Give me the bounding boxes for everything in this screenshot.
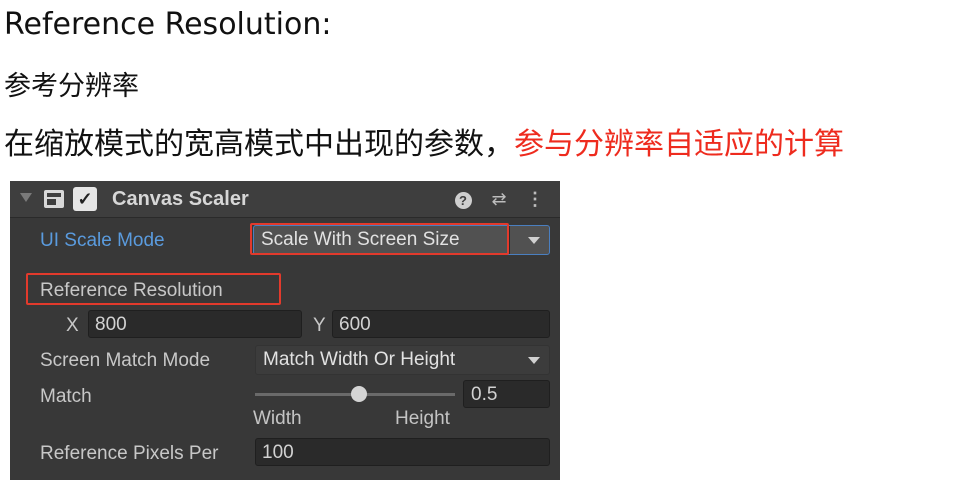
x-input[interactable]: 800: [88, 310, 302, 338]
y-label[interactable]: Y: [313, 312, 326, 340]
x-label[interactable]: X: [66, 312, 79, 340]
match-max-label: Height: [395, 408, 450, 429]
description-prefix: 在缩放模式的宽高模式中出现的参数，: [4, 127, 514, 162]
reference-pixels-per-unit-input[interactable]: 100: [255, 438, 550, 466]
component-icon: [44, 190, 64, 208]
match-label: Match: [40, 386, 92, 407]
preset-icon[interactable]: ⇄: [488, 187, 510, 211]
annotation-box-reference-resolution: [26, 273, 281, 305]
match-min-label: Width: [253, 408, 302, 429]
dropdown-divider: [509, 226, 510, 254]
help-icon[interactable]: ?: [452, 187, 474, 211]
component-title: Canvas Scaler: [112, 188, 249, 210]
annotation-box-scale-mode: [250, 223, 509, 255]
heading: Reference Resolution:: [4, 7, 332, 42]
screen-match-mode-label: Screen Match Mode: [40, 350, 211, 371]
ui-scale-mode-label: UI Scale Mode: [40, 230, 165, 251]
chevron-down-icon: [528, 237, 540, 244]
canvas-scaler-inspector: ✓ Canvas Scaler ? ⇄ ⋮ UI Scale Mode Scal…: [10, 181, 560, 480]
fold-arrow-icon[interactable]: [20, 193, 32, 202]
chevron-down-icon: [528, 357, 540, 364]
help-glyph: ?: [454, 192, 472, 209]
description-highlight: 参与分辨率自适应的计算: [514, 127, 844, 162]
match-slider-thumb[interactable]: [351, 386, 367, 402]
y-input[interactable]: 600: [332, 310, 550, 338]
component-header[interactable]: ✓ Canvas Scaler ? ⇄ ⋮: [10, 181, 560, 218]
screen-match-mode-value: Match Width Or Height: [263, 349, 456, 370]
match-value-input[interactable]: 0.5: [463, 380, 550, 408]
description: 在缩放模式的宽高模式中出现的参数，参与分辨率自适应的计算: [4, 122, 844, 168]
kebab-menu-icon[interactable]: ⋮: [524, 187, 546, 211]
screen-match-mode-dropdown[interactable]: Match Width Or Height: [255, 345, 550, 375]
reference-pixels-per-unit-label: Reference Pixels Per: [40, 443, 219, 464]
subheading: 参考分辨率: [4, 71, 139, 102]
enable-checkbox[interactable]: ✓: [73, 187, 97, 211]
